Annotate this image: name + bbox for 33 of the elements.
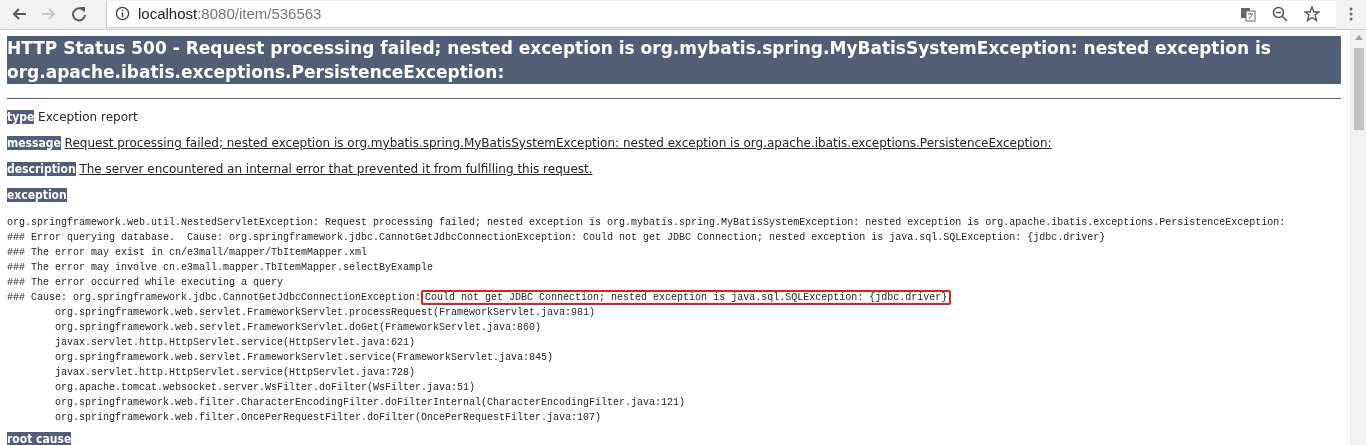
trace-line: ### Error querying database. Cause: org.springframework.jdbc.CannotGetJdbcConnectionException: Could not get JDBC Connection; nested exception is java.sql.SQLException: {jdbc.driver} <box>7 230 1107 245</box>
trace-line: ### The error may involve cn.e3mall.mapper.TbItemMapper.selectByExample <box>7 260 435 275</box>
reload-icon <box>71 6 87 23</box>
trace-line: ### Cause: org.springframework.jdbc.CannotGetJdbcConnectionException: <box>7 291 422 303</box>
stack-frame: org.apache.tomcat.websocket.server.WsFilter.doFilter(WsFilter.java:51) <box>7 379 1341 395</box>
trace-line: org.springframework.web.util.NestedServletException: Request processing failed; nested exception is org.mybatis.spring.MyBatisSystemException: nested exception is org.apache.ibatis.exceptions.PersistenceException: <box>7 215 1287 230</box>
page-title: HTTP Status 500 - Request processing failed; nested exception is org.mybatis.spring.MyBatisSystemException: nested exception is org.apache.ibatis.exceptions.PersistenceException: <box>7 35 1341 84</box>
zoom-out-icon[interactable] <box>1272 5 1288 22</box>
field-label: type <box>7 109 35 124</box>
field-value: Request processing failed; nested exception is org.mybatis.spring.MyBatisSystemException: nested exception is org.apache.ibatis.exceptions.PersistenceException: <box>64 135 1052 150</box>
translate-icon[interactable] <box>1240 5 1256 22</box>
url-text[interactable]: localhost:8080/item/536563 <box>138 2 322 26</box>
highlighted-text: Could not get JDBC Connection; nested exception is java.sql.SQLException: {jdbc.driver} <box>421 289 952 305</box>
stack-frame: org.springframework.web.filter.OncePerRequestFilter.doFilter(OncePerRequestFilter.java:107) <box>7 409 1341 425</box>
stack-frame: org.springframework.web.servlet.FrameworkServlet.processRequest(FrameworkServlet.java:981) <box>7 304 1341 320</box>
trace-line: ### The error may exist in cn/e3mall/mapper/TbItemMapper.xml <box>7 245 369 260</box>
stack-frame: javax.servlet.http.HttpServlet.service(HttpServlet.java:728) <box>7 364 1341 380</box>
stack-frame: org.springframework.web.servlet.FrameworkServlet.doGet(FrameworkServlet.java:860) <box>7 319 1341 335</box>
field-value: The server encountered an internal error that prevented it from fulfilling this request. <box>79 161 593 176</box>
field-value: Exception report <box>38 109 138 124</box>
address-bar[interactable]: localhost:8080/item/536563 <box>106 0 1336 28</box>
stack-frame: javax.servlet.http.HttpServlet.service(HttpServlet.java:621) <box>7 334 1341 350</box>
stack-frame: org.springframework.web.filter.CharacterEncodingFilter.doFilterInternal(CharacterEncodingFilter.java:121) <box>7 394 1341 410</box>
field-label: description <box>7 161 76 176</box>
section-label: exception <box>7 187 67 202</box>
field-label: message <box>7 135 61 150</box>
scrollbar-thumb[interactable] <box>1353 47 1364 130</box>
star-icon[interactable] <box>1304 5 1320 22</box>
scrollbar[interactable] <box>1350 29 1366 445</box>
section-label: root cause <box>7 431 72 445</box>
info-icon[interactable] <box>115 6 130 22</box>
trace-line: ### The error occurred while executing a query <box>7 275 285 290</box>
stack-frame: org.springframework.web.servlet.FrameworkServlet.service(FrameworkServlet.java:845) <box>7 349 1341 365</box>
